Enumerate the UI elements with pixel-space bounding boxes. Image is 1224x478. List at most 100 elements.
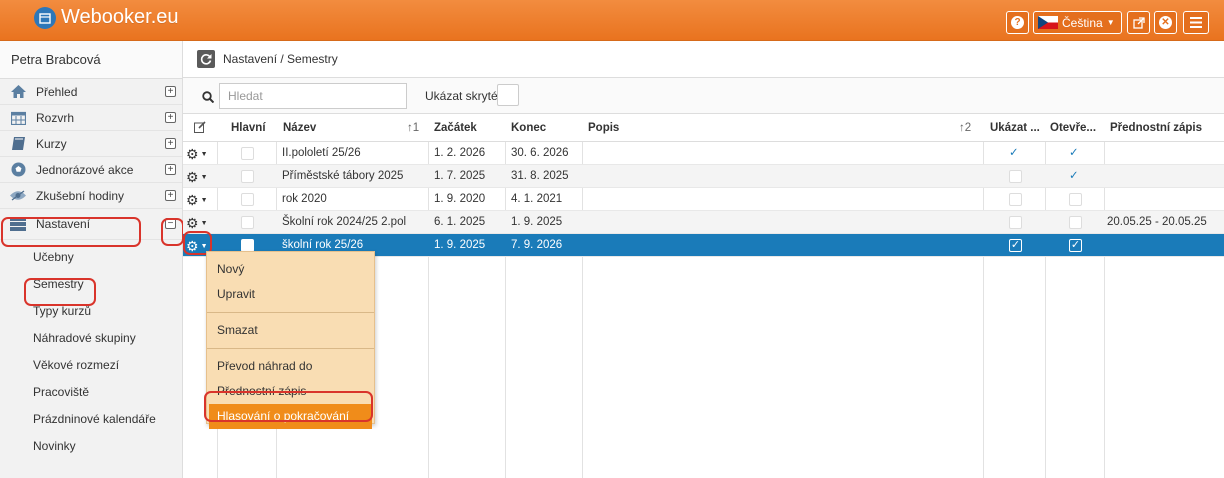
sidebar-item-prehled[interactable]: Přehled +	[0, 79, 182, 105]
sidebar-item-jednorazove-akce[interactable]: Jednorázové akce +	[0, 157, 182, 183]
highlight-semestry	[24, 278, 96, 306]
breadcrumb-bar: Nastavení / Semestry	[183, 41, 1224, 78]
expand-icon[interactable]: +	[165, 86, 176, 97]
gear-menu-button[interactable]: ⚙ ▼	[186, 169, 210, 185]
open-checkbox[interactable]	[1069, 193, 1082, 206]
show-checkbox[interactable]	[1009, 216, 1022, 229]
cell-konec: 7. 9. 2026	[511, 239, 563, 251]
main-checkbox[interactable]	[241, 193, 254, 206]
sidebar-item-zkusebni-hodiny[interactable]: Zkušební hodiny +	[0, 183, 182, 209]
search-input[interactable]	[219, 83, 407, 109]
header-hlavni[interactable]: Hlavní	[231, 114, 266, 142]
cell-nazev: rok 2020	[282, 193, 327, 205]
cell-zacatek: 1. 9. 2025	[434, 239, 486, 251]
show-hidden-checkbox[interactable]	[497, 84, 519, 106]
menu-divider	[207, 312, 374, 313]
language-select[interactable]: Čeština ▼	[1033, 11, 1122, 34]
check-icon: ✓	[1069, 170, 1079, 182]
header-ukazat[interactable]: Ukázat ...	[990, 114, 1040, 142]
eye-icon	[9, 189, 27, 203]
sort-asc-icon: ↑2	[959, 114, 972, 142]
check-icon: ✓	[1009, 147, 1019, 159]
calendar-logo-icon	[34, 6, 56, 29]
sidebar-item-label: Jednorázové akce	[36, 162, 134, 177]
show-checkbox[interactable]	[1009, 170, 1022, 183]
sidebar-item-rozvrh[interactable]: Rozvrh +	[0, 105, 182, 131]
gear-menu-button[interactable]: ⚙ ▼	[186, 192, 210, 208]
table-row[interactable]: ⚙ ▼ rok 2020 1. 9. 2020 4. 1. 2021	[183, 188, 1224, 211]
close-button[interactable]: ✕	[1154, 11, 1177, 34]
submenu-item-pracoviste[interactable]: Pracoviště	[0, 379, 182, 406]
cell-nazev: Školní rok 2024/25 2.pol	[282, 216, 407, 228]
header-otevreno[interactable]: Otevře...	[1050, 114, 1097, 142]
search-bar: Ukázat skryté:	[183, 78, 1224, 114]
edit-column-icon	[194, 114, 206, 142]
sort-asc-icon: ↑1	[407, 114, 420, 142]
gear-icon: ⚙	[186, 168, 199, 185]
caret-down-icon: ▼	[200, 173, 208, 181]
sidebar-item-label: Přehled	[36, 84, 78, 99]
breadcrumb: Nastavení / Semestry	[223, 52, 338, 66]
gear-icon: ⚙	[186, 191, 199, 208]
cell-prednostni: 20.05.25 - 20.05.25	[1107, 216, 1207, 228]
hamburger-icon	[1190, 17, 1202, 28]
language-label: Čeština	[1062, 15, 1103, 30]
gear-menu-button[interactable]: ⚙ ▼	[186, 215, 210, 231]
caret-down-icon: ▼	[1106, 18, 1115, 27]
soccer-ball-icon	[9, 162, 27, 177]
refresh-icon	[200, 54, 212, 65]
check-icon: ✓	[1069, 147, 1079, 159]
cell-konec: 1. 9. 2025	[511, 216, 563, 228]
czech-flag-icon	[1038, 16, 1058, 29]
menu-item-novy[interactable]: Nový	[207, 257, 374, 282]
sidebar-item-label: Kurzy	[36, 136, 67, 151]
header-nazev[interactable]: Název	[283, 114, 317, 142]
show-checkbox-checked[interactable]: ✓	[1009, 239, 1022, 252]
sidebar: Petra Brabcová Přehled + Rozvrh + Kurzy …	[0, 41, 183, 478]
submenu-item-vekove-rozmezi[interactable]: Věkové rozmezí	[0, 352, 182, 379]
open-external-button[interactable]	[1127, 11, 1150, 34]
highlight-nastaveni	[1, 217, 141, 247]
cell-zacatek: 6. 1. 2025	[434, 216, 486, 228]
sidebar-item-kurzy[interactable]: Kurzy +	[0, 131, 182, 157]
expand-icon[interactable]: +	[165, 190, 176, 201]
logo-text: Webooker.eu	[61, 6, 179, 28]
table-row[interactable]: ⚙ ▼ II.pololetí 25/26 1. 2. 2026 30. 6. 2…	[183, 142, 1224, 165]
cell-konec: 4. 1. 2021	[511, 193, 563, 205]
submenu-item-ucebny[interactable]: Učebny	[0, 244, 182, 271]
show-checkbox[interactable]	[1009, 193, 1022, 206]
menu-item-smazat[interactable]: Smazat	[207, 318, 374, 343]
calendar-icon	[9, 111, 27, 125]
expand-icon[interactable]: +	[165, 112, 176, 123]
help-button[interactable]: ?	[1006, 11, 1029, 34]
main-checkbox[interactable]	[241, 147, 254, 160]
expand-icon[interactable]: +	[165, 164, 176, 175]
caret-down-icon: ▼	[200, 219, 208, 227]
table-row[interactable]: ⚙ ▼ Příměstské tábory 2025 1. 7. 2025 31.…	[183, 165, 1224, 188]
logo[interactable]: Webooker.eu	[34, 6, 179, 29]
expand-icon[interactable]: +	[165, 138, 176, 149]
main-checkbox[interactable]	[241, 170, 254, 183]
menu-item-upravit[interactable]: Upravit	[207, 282, 374, 307]
top-bar: Webooker.eu ? Čeština ▼ ✕	[0, 0, 1224, 41]
menu-item-prevod-nahrad[interactable]: Převod náhrad do	[207, 354, 374, 379]
open-checkbox-checked[interactable]: ✓	[1069, 239, 1082, 252]
cell-zacatek: 1. 9. 2020	[434, 193, 486, 205]
open-checkbox[interactable]	[1069, 216, 1082, 229]
header-zacatek[interactable]: Začátek	[434, 114, 477, 142]
submenu-item-nahradove-skupiny[interactable]: Náhradové skupiny	[0, 325, 182, 352]
caret-down-icon: ▼	[200, 196, 208, 204]
header-prednostni-zapis[interactable]: Přednostní zápis	[1110, 114, 1203, 142]
cell-zacatek: 1. 7. 2025	[434, 170, 486, 182]
table-row[interactable]: ⚙ ▼ Školní rok 2024/25 2.pol 6. 1. 2025 1…	[183, 211, 1224, 234]
refresh-button[interactable]	[197, 50, 215, 68]
gear-menu-button[interactable]: ⚙ ▼	[186, 146, 210, 162]
main-checkbox[interactable]	[241, 216, 254, 229]
header-konec[interactable]: Konec	[511, 114, 547, 142]
submenu-item-prazdninove-kalendare[interactable]: Prázdninové kalendáře	[0, 406, 182, 433]
cell-nazev: II.pololetí 25/26	[282, 147, 361, 159]
header-popis[interactable]: Popis	[588, 114, 620, 142]
close-circle-icon: ✕	[1159, 16, 1172, 29]
menu-button[interactable]	[1183, 11, 1209, 34]
submenu-item-novinky[interactable]: Novinky	[0, 433, 182, 460]
